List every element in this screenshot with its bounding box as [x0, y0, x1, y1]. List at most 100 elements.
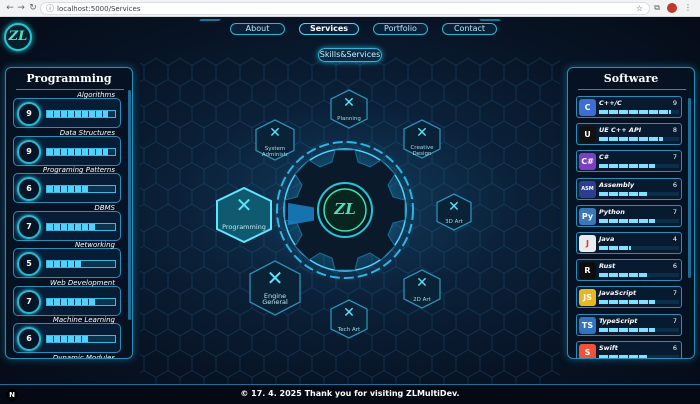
skill-bar	[46, 110, 116, 118]
nav-services[interactable]: Services	[299, 23, 359, 35]
software-name: UE C++ API	[599, 126, 642, 135]
software-skill: C C++/C 9	[576, 96, 682, 118]
software-name: TypeScript	[599, 316, 638, 325]
skill-name: DBMS	[94, 203, 115, 212]
url-text: localhost:5000/Services	[57, 5, 141, 13]
forward-icon[interactable]: →	[15, 2, 27, 14]
tools-icon: ✕	[416, 275, 428, 291]
skill-name: Programing Patterns	[42, 166, 115, 174]
software-panel: Software C C++/C 9 U UE C++ API 8 C# C# …	[567, 67, 695, 359]
address-bar[interactable]: ⓘ localhost:5000/Services ☆	[40, 2, 650, 15]
software-bar	[599, 300, 679, 305]
site-info-icon[interactable]: ⓘ	[46, 3, 54, 15]
main-nav: About Services Portfolio Contact	[230, 23, 497, 35]
skill-bar-fill	[47, 186, 88, 192]
programming-skill: DBMS 7	[13, 204, 121, 241]
reload-icon[interactable]: ↻	[27, 2, 39, 14]
service-node-programming[interactable]: ✕ Programming	[216, 187, 272, 243]
skill-name: Machine Learning	[52, 316, 115, 324]
service-label: Engine General	[262, 292, 288, 306]
programming-skill: Algorithms 9	[13, 91, 121, 128]
software-level: 6	[672, 180, 677, 189]
software-level: 7	[672, 207, 677, 216]
software-bar-fill	[599, 327, 655, 332]
software-bar-fill	[599, 273, 647, 278]
skill-name: Web Development	[49, 278, 115, 287]
software-scrollbar[interactable]	[688, 98, 691, 278]
software-skill: R Rust 6	[576, 259, 682, 282]
footer-text: © 17. 4. 2025 Thank you for visiting ZLM…	[240, 389, 460, 398]
nav-portfolio[interactable]: Portfolio	[373, 23, 428, 35]
service-node-creative[interactable]: ✕ Creative Design	[403, 119, 441, 159]
center-logo: ZL	[334, 200, 356, 218]
software-icon: J	[579, 235, 596, 252]
profile-avatar[interactable]	[667, 3, 677, 13]
programming-scrollbar[interactable]	[128, 90, 131, 320]
software-bar-fill	[599, 164, 655, 169]
skill-name: Dynamic Modules	[52, 353, 115, 359]
skill-level-dial: 5	[17, 252, 41, 276]
software-name: Assembly	[599, 180, 635, 189]
software-level: 7	[672, 153, 677, 162]
software-name: C#	[599, 153, 609, 162]
service-node-engine[interactable]: ✕ Engine General	[249, 260, 301, 316]
service-label: Tech Art	[337, 327, 361, 333]
skill-bar	[46, 185, 116, 193]
site-logo[interactable]: ZL	[4, 23, 32, 51]
menu-icon[interactable]: ⋮	[684, 2, 692, 14]
section-title: Skills&Services	[318, 48, 382, 62]
software-skill: JS JavaScript 7	[576, 286, 682, 309]
software-bar-fill	[599, 110, 671, 114]
service-node-planning[interactable]: ✕ Planning	[330, 89, 368, 129]
skill-bar-fill	[47, 223, 95, 230]
skill-bar-fill	[47, 336, 88, 342]
software-level: 7	[672, 289, 677, 298]
software-level: 8	[672, 126, 677, 135]
skill-bar-fill	[47, 148, 109, 155]
skill-bar	[46, 260, 116, 268]
software-bar	[599, 273, 679, 278]
nav-contact[interactable]: Contact	[442, 23, 497, 35]
software-icon: C#	[579, 153, 596, 171]
tools-icon: ✕	[343, 305, 355, 321]
software-bar-fill	[599, 246, 631, 250]
tools-icon: ✕	[448, 199, 460, 215]
skill-level-dial: 6	[17, 177, 41, 201]
skill-bar	[46, 147, 116, 156]
service-label: Programming	[222, 223, 266, 231]
service-label: System Administr	[261, 146, 289, 158]
software-icon: U	[579, 126, 596, 144]
software-bar	[599, 191, 679, 196]
skill-level-dial: 7	[17, 214, 41, 239]
nav-about[interactable]: About	[230, 23, 285, 35]
service-node-art2d[interactable]: ✕ 2D Art	[403, 269, 441, 309]
software-name: Rust	[599, 262, 616, 271]
software-level: 9	[672, 99, 677, 107]
software-name: JavaScript	[599, 289, 637, 298]
skill-name: Algorithms	[77, 91, 115, 99]
bookmark-star-icon[interactable]: ☆	[636, 3, 643, 15]
skill-bar	[46, 222, 116, 231]
programming-skill: Data Structures 9	[13, 129, 121, 166]
software-icon: ASM	[579, 180, 596, 198]
software-skill: J Java 4	[576, 232, 682, 254]
skill-level-dial: 9	[17, 102, 41, 126]
service-node-sysadmin[interactable]: ✕ System Administr	[255, 119, 295, 161]
skill-level-dial: 9	[17, 139, 41, 164]
software-bar	[599, 246, 679, 250]
tools-icon: ✕	[269, 125, 281, 141]
service-node-tech[interactable]: ✕ Tech Art	[330, 299, 368, 339]
software-name: Python	[599, 207, 625, 216]
software-icon: Py	[579, 207, 596, 225]
software-level: 4	[672, 235, 677, 243]
skill-name: Data Structures	[59, 128, 115, 137]
skill-name: Networking	[74, 241, 115, 249]
service-node-art3d[interactable]: ✕ 3D Art	[436, 193, 472, 231]
software-bar	[599, 137, 679, 142]
extensions-icon[interactable]: ⧉	[654, 2, 660, 14]
tools-icon: ✕	[266, 266, 284, 290]
software-bar	[599, 354, 679, 358]
software-skill: TS TypeScript 7	[576, 313, 682, 336]
software-icon: JS	[579, 289, 596, 307]
skill-bar-fill	[47, 111, 109, 117]
